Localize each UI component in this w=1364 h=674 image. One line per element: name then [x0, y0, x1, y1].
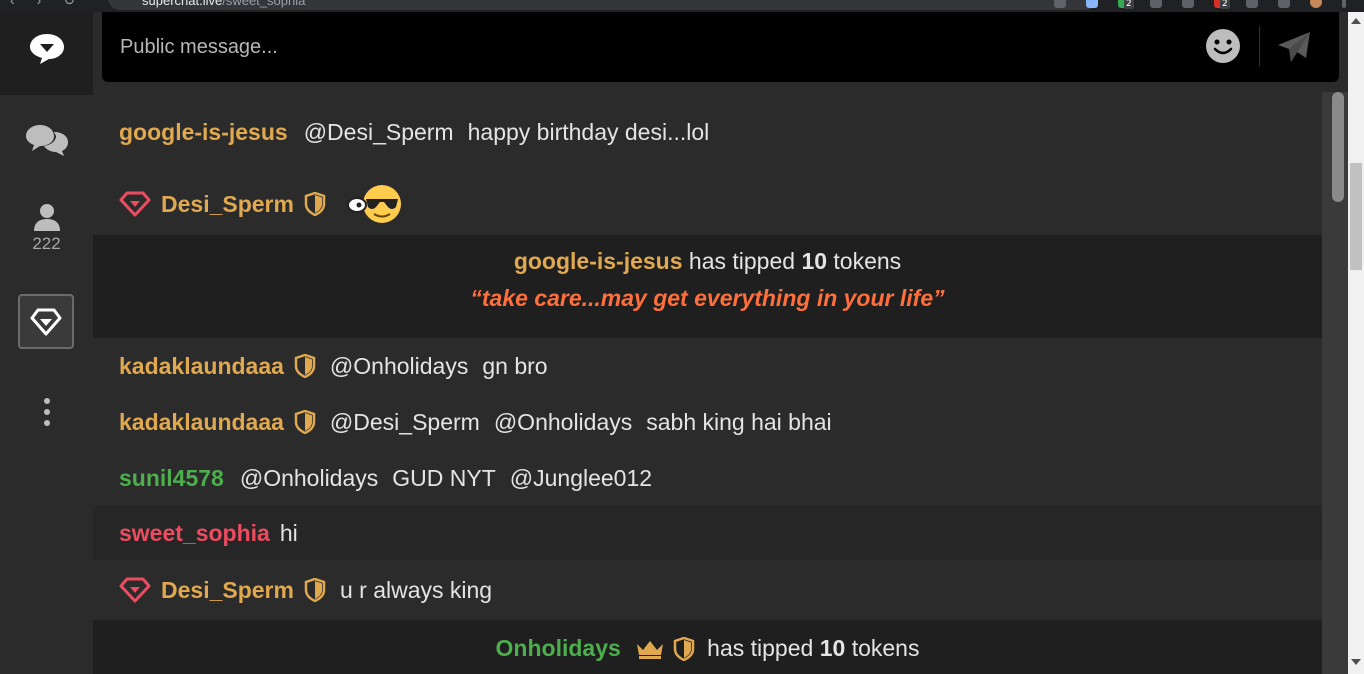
- shield-badge-icon: [304, 192, 326, 216]
- tip-notification: Onholidays has tipped 10 tokens: [93, 620, 1322, 674]
- chat-scrollbar-thumb[interactable]: [1332, 92, 1344, 202]
- send-paper-plane-icon[interactable]: [1276, 30, 1312, 64]
- public-chat-tab[interactable]: [0, 32, 93, 66]
- browser-nav: ‹ › ↻: [10, 0, 75, 9]
- username[interactable]: Desi_Sperm: [161, 577, 294, 604]
- username[interactable]: google-is-jesus: [119, 119, 288, 146]
- message-text: sabh king hai bhai: [646, 408, 832, 435]
- message-text: happy birthday desi...lol: [467, 118, 710, 145]
- chat-message: kadaklaundaaa @Desi_Sperm @Onholidays sa…: [93, 396, 1322, 448]
- media-icon[interactable]: [1278, 0, 1290, 8]
- gem-badge-icon: [119, 191, 151, 217]
- username[interactable]: sweet_sophia: [119, 520, 270, 547]
- tip-notification: google-is-jesus has tipped 10 tokens “ta…: [93, 235, 1322, 338]
- scroll-up-arrow-icon[interactable]: [1351, 18, 1361, 24]
- mention[interactable]: @Onholidays: [240, 465, 378, 492]
- mention[interactable]: @Onholidays: [330, 353, 468, 380]
- tip-line: google-is-jesus has tipped 10 tokens: [93, 248, 1322, 275]
- tip-amount: 10: [801, 248, 828, 274]
- kebab-menu-icon[interactable]: [1342, 0, 1346, 8]
- chat-message: sunil4578 @Onholidays GUD NYT @Junglee01…: [93, 452, 1322, 504]
- tip-text: has tipped: [707, 635, 814, 661]
- chat-message: Desi_Sperm u r always king: [93, 562, 1322, 618]
- mention[interactable]: @Desi_Sperm: [330, 409, 480, 436]
- page-scrollbar-thumb[interactable]: [1350, 163, 1362, 270]
- composer-divider: [1259, 26, 1260, 66]
- profile-avatar-icon[interactable]: [1310, 0, 1322, 8]
- private-chats-tab[interactable]: [0, 122, 93, 158]
- chat-sidebar: 222: [0, 12, 93, 674]
- tip-text: has tipped: [688, 248, 796, 274]
- mention[interactable]: @Desi_Sperm: [304, 119, 454, 146]
- tip-amount: 10: [819, 635, 846, 661]
- cool-sunglasses-emoji-icon: [346, 183, 404, 225]
- username[interactable]: sunil4578: [119, 465, 224, 492]
- chat-message-list: google-is-jesus @Desi_Sperm happy birthd…: [93, 92, 1322, 674]
- username[interactable]: Desi_Sperm: [161, 191, 294, 218]
- scroll-down-arrow-icon[interactable]: [1351, 659, 1361, 665]
- shield-badge-icon: [304, 578, 326, 602]
- tip-note: “take care...may get everything in your …: [470, 285, 945, 311]
- extension-icon[interactable]: 2: [1214, 0, 1230, 9]
- reload-icon[interactable]: ↻: [63, 0, 75, 9]
- chat-message: kadaklaundaaa @Onholidays gn bro: [93, 340, 1322, 392]
- crown-icon: [635, 638, 665, 660]
- tip-line: Onholidays has tipped 10 tokens: [93, 635, 1322, 662]
- extension-icons: 2 2: [1054, 0, 1346, 9]
- gem-badge-icon: [119, 577, 151, 603]
- tip-unit: tokens: [833, 248, 902, 274]
- message-text: gn bro: [482, 352, 548, 379]
- gem-icon: [30, 308, 62, 335]
- emoji-smiley-icon[interactable]: [1205, 28, 1241, 64]
- message-composer: [102, 12, 1339, 82]
- forward-icon[interactable]: ›: [37, 0, 42, 9]
- message-text: u r always king: [339, 576, 493, 603]
- tip-username[interactable]: google-is-jesus: [514, 248, 683, 275]
- puzzle-icon[interactable]: [1246, 0, 1258, 8]
- tip-unit: tokens: [851, 635, 920, 661]
- page-scrollbar[interactable]: [1348, 12, 1364, 674]
- back-icon[interactable]: ‹: [10, 0, 15, 9]
- conversations-icon: [25, 125, 68, 156]
- username[interactable]: kadaklaundaaa: [119, 409, 284, 436]
- extension-icon[interactable]: [1150, 0, 1162, 8]
- tip-username[interactable]: Onholidays: [496, 635, 621, 662]
- shield-badge-icon: [294, 410, 316, 434]
- chat-message: Desi_Sperm: [93, 178, 1322, 230]
- mention[interactable]: @Onholidays: [494, 409, 632, 436]
- url-text[interactable]: superchat.live/sweet_sophia: [142, 0, 305, 8]
- chat-message: sweet_sophia hi: [93, 506, 1322, 560]
- browser-toolbar: ‹ › ↻ superchat.live/sweet_sophia 2 2: [0, 0, 1364, 12]
- user-icon: [33, 204, 60, 231]
- mention[interactable]: @Junglee012: [510, 465, 652, 492]
- shield-badge-icon: [673, 636, 695, 661]
- more-options-button[interactable]: [0, 397, 93, 427]
- public-message-input[interactable]: [120, 30, 1170, 64]
- vertical-dots-icon: [43, 398, 50, 426]
- message-text: hi: [279, 519, 298, 546]
- shield-extension-icon[interactable]: [1182, 0, 1194, 8]
- message-text: GUD NYT: [392, 464, 496, 491]
- viewer-count: 222: [32, 234, 61, 253]
- shield-badge-icon: [294, 354, 316, 378]
- search-icon[interactable]: [1054, 0, 1066, 8]
- chat-message: google-is-jesus @Desi_Sperm happy birthd…: [93, 104, 1322, 160]
- chat-bubble-icon: [29, 34, 64, 64]
- viewers-tab[interactable]: 222: [0, 202, 93, 254]
- tip-gem-button[interactable]: [18, 294, 74, 349]
- extension-icon[interactable]: 2: [1118, 0, 1134, 9]
- username[interactable]: kadaklaundaaa: [119, 353, 284, 380]
- bookmark-star-icon[interactable]: [1086, 0, 1098, 8]
